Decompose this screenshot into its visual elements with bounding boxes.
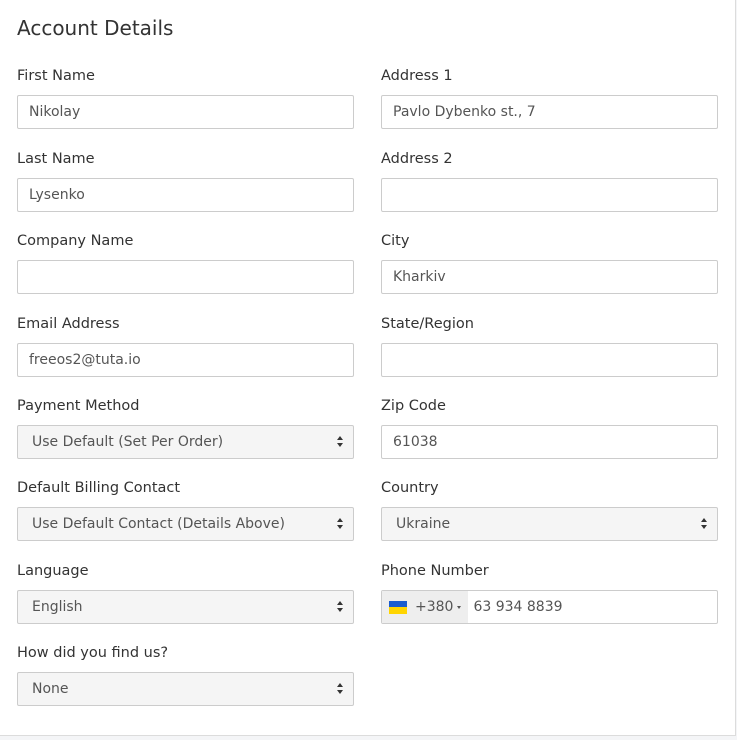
country-code-dropdown[interactable]: +380 <box>382 591 469 623</box>
billing-contact-label: Default Billing Contact <box>17 480 181 496</box>
find-us-group: How did you find us? None <box>17 643 354 706</box>
state-input[interactable] <box>381 343 718 377</box>
caret-down-icon <box>457 606 462 609</box>
zip-label: Zip Code <box>381 398 446 414</box>
company-name-label: Company Name <box>17 233 134 249</box>
last-name-input[interactable] <box>17 178 354 212</box>
city-input[interactable] <box>381 260 718 294</box>
ukraine-flag-icon <box>389 600 407 614</box>
language-group: Language English <box>17 561 354 624</box>
state-group: State/Region <box>381 314 718 377</box>
email-group: Email Address <box>17 314 354 377</box>
zip-input[interactable] <box>381 425 718 459</box>
find-us-label: How did you find us? <box>17 645 169 661</box>
last-name-label: Last Name <box>17 151 95 167</box>
phone-field: +380 <box>381 590 718 624</box>
country-group: Country Ukraine <box>381 478 718 541</box>
address2-label: Address 2 <box>381 151 453 167</box>
first-name-group: First Name <box>17 66 354 129</box>
billing-contact-select[interactable]: Use Default Contact (Details Above) <box>17 507 354 541</box>
select-arrows-icon <box>336 518 344 530</box>
country-value: Ukraine <box>396 516 451 532</box>
address2-input[interactable] <box>381 178 718 212</box>
find-us-select[interactable]: None <box>17 672 354 706</box>
phone-label: Phone Number <box>381 563 489 579</box>
language-value: English <box>32 599 83 615</box>
payment-method-value: Use Default (Set Per Order) <box>32 434 224 450</box>
email-label: Email Address <box>17 316 120 332</box>
payment-method-group: Payment Method Use Default (Set Per Orde… <box>17 396 354 459</box>
state-label: State/Region <box>381 316 474 332</box>
address1-input[interactable] <box>381 95 718 129</box>
select-arrows-icon <box>336 436 344 448</box>
country-label: Country <box>381 480 439 496</box>
phone-number-input[interactable] <box>468 591 717 623</box>
email-input[interactable] <box>17 343 354 377</box>
country-select[interactable]: Ukraine <box>381 507 718 541</box>
language-label: Language <box>17 563 89 579</box>
account-details-panel: Account Details First Name Last Name Com… <box>0 0 736 736</box>
language-select[interactable]: English <box>17 590 354 624</box>
first-name-label: First Name <box>17 68 95 84</box>
address2-group: Address 2 <box>381 149 718 212</box>
dial-code: +380 <box>415 599 454 615</box>
select-arrows-icon <box>336 601 344 613</box>
page-title: Account Details <box>17 16 174 40</box>
address1-group: Address 1 <box>381 66 718 129</box>
last-name-group: Last Name <box>17 149 354 212</box>
payment-method-label: Payment Method <box>17 398 140 414</box>
address1-label: Address 1 <box>381 68 453 84</box>
phone-group: Phone Number +380 <box>381 561 718 624</box>
find-us-value: None <box>32 681 69 697</box>
select-arrows-icon <box>700 518 708 530</box>
company-name-input[interactable] <box>17 260 354 294</box>
billing-contact-value: Use Default Contact (Details Above) <box>32 516 285 532</box>
select-arrows-icon <box>336 683 344 695</box>
billing-contact-group: Default Billing Contact Use Default Cont… <box>17 478 354 541</box>
city-label: City <box>381 233 410 249</box>
payment-method-select[interactable]: Use Default (Set Per Order) <box>17 425 354 459</box>
company-name-group: Company Name <box>17 231 354 294</box>
first-name-input[interactable] <box>17 95 354 129</box>
city-group: City <box>381 231 718 294</box>
zip-group: Zip Code <box>381 396 718 459</box>
